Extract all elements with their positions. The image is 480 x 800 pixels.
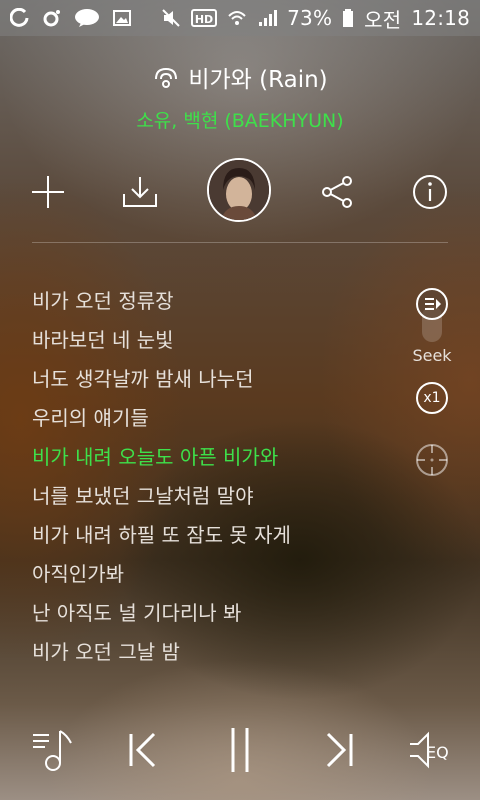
playlist-music-icon (33, 730, 72, 771)
lyric-line[interactable]: 우리의 얘기들 (32, 399, 402, 438)
speed-button[interactable]: x1 (416, 382, 448, 414)
playlist-button[interactable] (28, 726, 78, 774)
album-art-image (209, 160, 269, 220)
pause-icon (231, 728, 249, 772)
add-to-playlist-button[interactable] (28, 172, 68, 212)
lyric-line-current[interactable]: 비가 내려 오늘도 아픈 비가와 (32, 438, 402, 477)
lyric-line[interactable]: 난 아직도 널 기다리나 봐 (32, 594, 402, 633)
crosshair-icon (416, 444, 448, 476)
talk-icon (74, 8, 100, 28)
equalizer-button[interactable]: EQ (406, 728, 462, 772)
seek-toggle[interactable] (414, 286, 450, 344)
divider (32, 242, 448, 243)
artist-name[interactable]: 소유, 백현 (BAEKHYUN) (0, 106, 480, 133)
lyrics-list[interactable]: 비가 오던 정류장 바라보던 네 눈빛 너도 생각날까 밤새 나누던 우리의 얘기들 비… (32, 282, 402, 672)
mute-icon (161, 8, 181, 28)
action-row (0, 158, 480, 224)
seek-toggle-icon (416, 288, 448, 342)
download-icon (123, 177, 157, 207)
clock: 12:18 (411, 6, 470, 30)
pause-button[interactable] (218, 722, 262, 778)
signal-icon (257, 8, 278, 28)
share-icon (322, 176, 352, 208)
gallery-icon (112, 8, 132, 28)
player-controls: EQ (0, 718, 480, 782)
next-icon (326, 732, 353, 768)
download-button[interactable] (118, 172, 162, 212)
speaker-eq-icon: EQ (410, 731, 449, 769)
wifi-icon (227, 8, 247, 28)
add-icon (32, 176, 64, 208)
ampm-label: 오전 (364, 7, 402, 32)
lyric-line[interactable]: 비가 내려 하필 또 잠도 못 자게 (32, 516, 402, 555)
lyric-line[interactable]: 너를 보냈던 그날처럼 말야 (32, 477, 402, 516)
previous-icon (129, 732, 156, 768)
next-button[interactable] (320, 726, 360, 774)
lyric-line[interactable]: 바라보던 네 눈빛 (32, 321, 402, 360)
hd-label: HD (195, 13, 213, 26)
previous-button[interactable] (122, 726, 162, 774)
locate-button[interactable] (414, 442, 450, 478)
speed-label: x1 (423, 390, 441, 406)
battery-percent: 73% (287, 6, 333, 30)
song-title-row: 비가와 (Rain) (0, 60, 480, 94)
info-button[interactable] (410, 172, 450, 212)
seek-label: Seek (412, 346, 452, 365)
g-icon (10, 8, 30, 28)
o-icon (42, 8, 62, 28)
battery-icon (342, 8, 354, 28)
lyrics-sync-icon (152, 65, 180, 89)
hd-icon: HD (191, 8, 218, 28)
share-button[interactable] (318, 172, 358, 212)
lyric-line[interactable]: 너도 생각날까 밤새 나누던 (32, 360, 402, 399)
info-icon (413, 175, 447, 209)
status-bar: HD 73% 오전 12:18 (0, 0, 480, 36)
lyric-line[interactable]: 아직인가봐 (32, 555, 402, 594)
song-title: 비가와 (Rain) (188, 67, 328, 93)
lyric-line[interactable]: 비가 오던 그날 밤 (32, 633, 402, 672)
album-art[interactable] (207, 158, 271, 222)
eq-label: EQ (426, 743, 449, 762)
lyric-line[interactable]: 비가 오던 정류장 (32, 282, 402, 321)
